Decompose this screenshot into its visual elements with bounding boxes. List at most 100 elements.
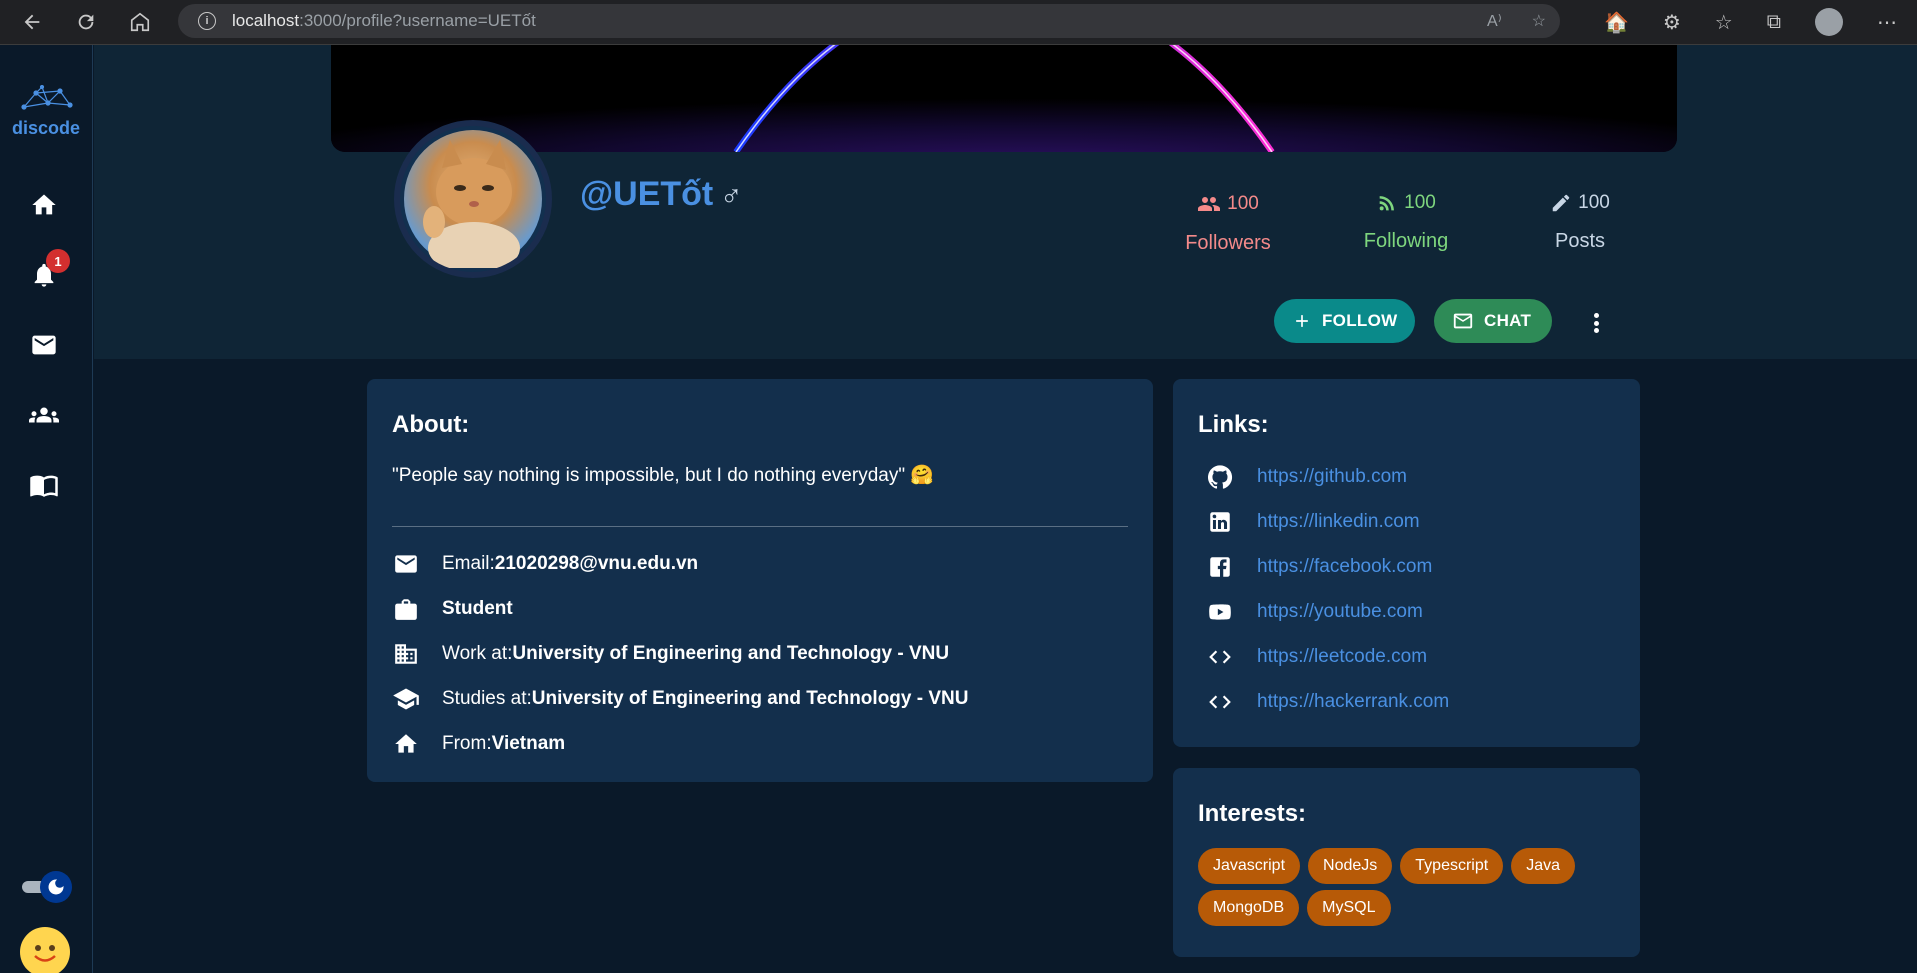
- about-card: About: "People say nothing is impossible…: [367, 379, 1153, 782]
- linkedin-icon: [1207, 509, 1233, 535]
- menu-book-icon: [30, 475, 58, 497]
- smiley-avatar-icon: [23, 930, 67, 973]
- work-value: University of Engineering and Technology…: [512, 643, 950, 664]
- profile-avatar[interactable]: [394, 120, 552, 278]
- home-icon: [32, 194, 56, 215]
- browser-home-icon: [130, 12, 150, 32]
- study-label: Studies at:: [442, 688, 532, 709]
- favorites-icon[interactable]: ☆: [1715, 10, 1733, 35]
- chat-button-label: CHAT: [1484, 311, 1532, 330]
- collections-icon[interactable]: ⧉: [1767, 11, 1781, 34]
- interest-chip[interactable]: NodeJs: [1308, 848, 1393, 884]
- refresh-button[interactable]: [64, 0, 108, 44]
- nav-book[interactable]: [26, 467, 62, 503]
- interest-tags: Javascript NodeJs Typescript Java MongoD…: [1198, 848, 1618, 926]
- link-item-youtube[interactable]: https://youtube.com: [1207, 599, 1423, 625]
- nav-messages[interactable]: [26, 327, 62, 363]
- interest-chip[interactable]: MongoDB: [1198, 890, 1300, 926]
- back-button[interactable]: [10, 0, 54, 44]
- follow-button[interactable]: FOLLOW: [1274, 299, 1415, 343]
- follow-button-label: FOLLOW: [1322, 311, 1398, 330]
- cat-photo: [404, 130, 542, 272]
- plus-icon: [1296, 315, 1308, 327]
- occupation-value: Student: [442, 598, 513, 619]
- link-item-github[interactable]: https://github.com: [1207, 464, 1407, 490]
- extensions-puzzle-icon[interactable]: ⚙: [1663, 10, 1681, 35]
- email-row: Email: 21020298@vnu.edu.vn: [392, 550, 698, 578]
- link-url[interactable]: https://leetcode.com: [1257, 646, 1427, 668]
- interest-chip[interactable]: Javascript: [1198, 848, 1301, 884]
- work-row: Work at: University of Engineering and T…: [392, 640, 949, 668]
- about-title: About:: [392, 411, 470, 438]
- add-favorite-icon[interactable]: ☆: [1532, 11, 1546, 31]
- building-icon: [392, 640, 420, 668]
- about-quote: "People say nothing is impossible, but I…: [392, 465, 935, 486]
- followers-stat[interactable]: 100 Followers: [1148, 192, 1308, 255]
- notification-badge: 1: [46, 249, 70, 273]
- nav-notifications[interactable]: 1: [26, 249, 70, 293]
- browser-toolbar: i localhost:3000/profile?username=UETốt …: [0, 0, 1917, 45]
- following-label: Following: [1363, 230, 1449, 252]
- link-item-linkedin[interactable]: https://linkedin.com: [1207, 509, 1420, 535]
- email-value: 21020298@vnu.edu.vn: [494, 553, 699, 574]
- code-icon: [1207, 644, 1233, 670]
- link-url[interactable]: https://facebook.com: [1257, 556, 1432, 578]
- followers-count: 100: [1227, 193, 1259, 214]
- home-button[interactable]: [118, 0, 162, 44]
- interest-chip[interactable]: Java: [1511, 848, 1575, 884]
- more-menu-icon[interactable]: ⋯: [1877, 10, 1897, 35]
- youtube-icon: [1207, 599, 1233, 625]
- link-url[interactable]: https://hackerrank.com: [1257, 691, 1449, 713]
- moon-icon: [40, 871, 72, 903]
- interest-chip[interactable]: MySQL: [1307, 890, 1391, 926]
- code-icon: [1207, 689, 1233, 715]
- current-user-avatar[interactable]: [20, 927, 70, 973]
- link-url[interactable]: https://youtube.com: [1257, 601, 1423, 623]
- email-label: Email:: [442, 553, 495, 574]
- mail-outline-icon: [1453, 313, 1473, 329]
- occupation-row: Student: [392, 595, 513, 623]
- theme-toggle[interactable]: [22, 871, 72, 903]
- posts-count: 100: [1578, 192, 1610, 213]
- nav-home[interactable]: [26, 187, 62, 223]
- house-icon: [392, 730, 420, 758]
- followers-label: Followers: [1185, 232, 1271, 254]
- browser-profile-icon[interactable]: [1815, 8, 1843, 36]
- groups-icon: [29, 407, 59, 423]
- profile-username: @UETốt: [580, 175, 714, 213]
- app-logo[interactable]: discode: [10, 84, 82, 139]
- github-icon: [1207, 464, 1233, 490]
- people-icon: [1198, 197, 1221, 211]
- address-bar[interactable]: i localhost:3000/profile?username=UETốt …: [178, 4, 1560, 38]
- link-item-facebook[interactable]: https://facebook.com: [1207, 554, 1432, 580]
- extension-icon[interactable]: 🏠: [1604, 10, 1629, 35]
- chat-button[interactable]: CHAT: [1434, 299, 1552, 343]
- link-item-hackerrank[interactable]: https://hackerrank.com: [1207, 689, 1449, 715]
- facebook-icon: [1207, 554, 1233, 580]
- nav-groups[interactable]: [26, 397, 62, 433]
- mail-icon: [32, 335, 56, 355]
- refresh-icon: [78, 14, 94, 30]
- link-url[interactable]: https://github.com: [1257, 466, 1407, 488]
- url-text: localhost:3000/profile?username=UETốt: [232, 11, 536, 30]
- pencil-icon: [1552, 194, 1570, 212]
- link-item-leetcode[interactable]: https://leetcode.com: [1207, 644, 1427, 670]
- posts-stat[interactable]: 100 Posts: [1500, 192, 1660, 253]
- school-icon: [392, 685, 420, 713]
- male-gender-icon: ♂: [720, 180, 743, 213]
- rss-feed-icon: [1379, 196, 1395, 211]
- about-divider: [392, 526, 1128, 527]
- interest-chip[interactable]: Typescript: [1400, 848, 1504, 884]
- read-aloud-icon[interactable]: A⁾: [1487, 11, 1502, 31]
- logo-network-icon: [21, 84, 73, 110]
- site-info-icon[interactable]: i: [198, 12, 216, 30]
- following-stat[interactable]: 100 Following: [1326, 192, 1486, 253]
- sidebar: discode 1: [0, 45, 93, 973]
- interests-title: Interests:: [1198, 800, 1307, 827]
- interests-card: Interests: Javascript NodeJs Typescript …: [1173, 768, 1640, 957]
- email-icon: [392, 550, 420, 578]
- link-url[interactable]: https://linkedin.com: [1257, 511, 1420, 533]
- links-card: Links: https://github.com https://linked…: [1173, 379, 1640, 747]
- from-label: From:: [442, 733, 492, 754]
- more-options-icon[interactable]: [1586, 309, 1606, 337]
